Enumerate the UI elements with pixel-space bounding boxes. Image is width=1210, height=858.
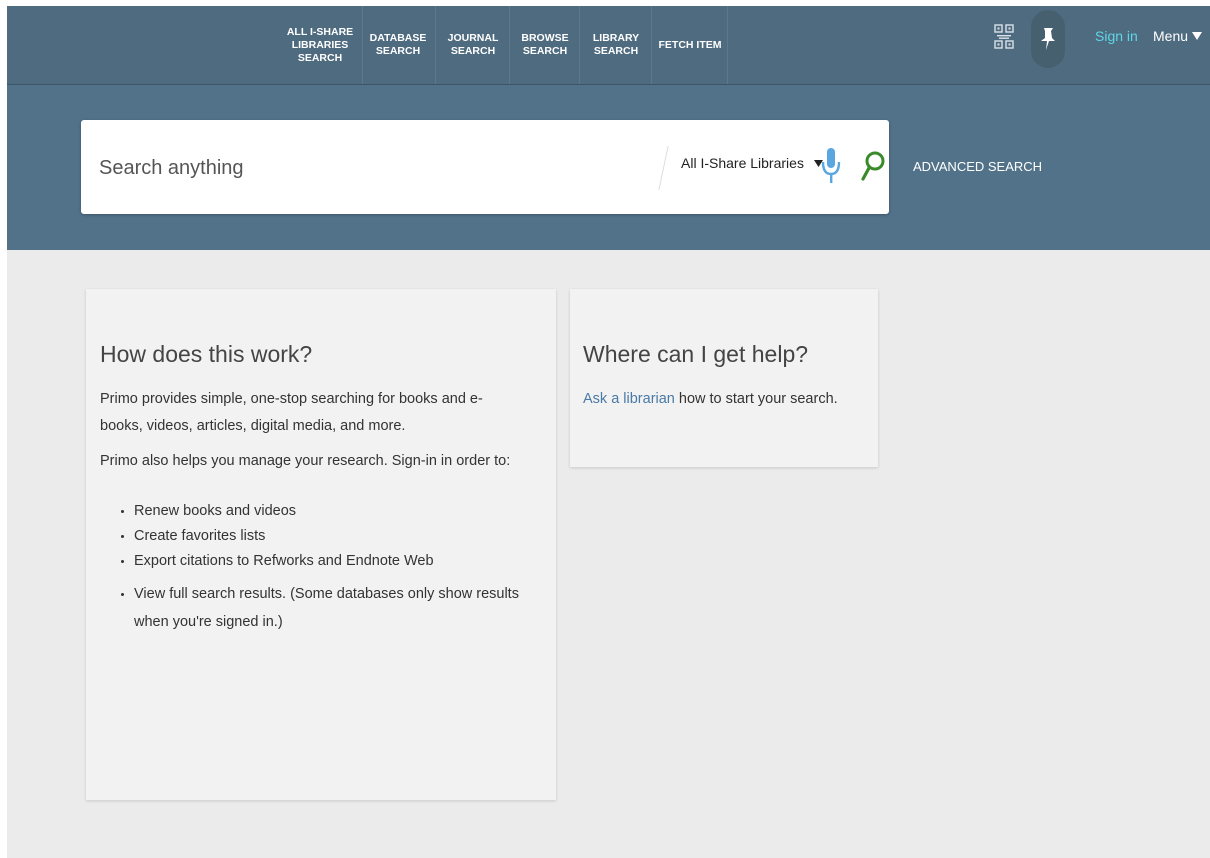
qr-code-button[interactable] xyxy=(987,14,1021,60)
pushpin-icon xyxy=(1041,28,1055,50)
ask-a-librarian-link[interactable]: Ask a librarian xyxy=(583,391,675,407)
nav-label: BROWSE SEARCH xyxy=(521,32,569,57)
advanced-search-link[interactable]: ADVANCED SEARCH xyxy=(913,159,1042,174)
menu-label: Menu xyxy=(1153,28,1189,44)
caret-down-icon xyxy=(1192,32,1203,40)
help-text: how to start your search. xyxy=(674,391,838,407)
card-title: Where can I get help? xyxy=(583,341,809,367)
nav-label: FETCH ITEM xyxy=(658,38,722,51)
nav-browse-search[interactable]: BROWSE SEARCH xyxy=(509,6,580,84)
how-does-this-work-card: How does this work? Primo provides simpl… xyxy=(86,289,556,800)
where-can-i-get-help-card: Where can I get help? Ask a librarian ho… xyxy=(570,289,878,467)
nav-journal-search[interactable]: JOURNAL SEARCH xyxy=(435,6,510,84)
list-item: View full search results. (Some database… xyxy=(134,580,536,636)
card-paragraph: Ask a librarian how to start your search… xyxy=(583,386,865,413)
nav-database-search[interactable]: DATABASE SEARCH xyxy=(362,6,433,84)
qr-code-icon xyxy=(994,24,1014,49)
card-paragraph: Primo provides simple, one-stop searchin… xyxy=(100,391,483,434)
nav-label: LIBRARY SEARCH xyxy=(592,32,640,57)
menu-button[interactable]: Menu xyxy=(1153,28,1203,44)
magnifier-icon xyxy=(861,151,885,181)
microphone-icon xyxy=(821,148,841,183)
voice-search-button[interactable] xyxy=(819,144,843,188)
list-item: Export citations to Refworks and Endnote… xyxy=(134,549,536,574)
card-paragraph: Primo also helps you manage your researc… xyxy=(100,453,511,469)
nav-label: DATABASE SEARCH xyxy=(369,32,427,57)
list-item: Create favorites lists xyxy=(134,524,536,549)
search-band: All I-Share Libraries ADVANCED SEARC xyxy=(7,85,1210,250)
search-input[interactable] xyxy=(97,150,661,186)
nav-divider xyxy=(727,6,728,84)
nav-label: JOURNAL SEARCH xyxy=(447,32,499,57)
nav-all-ishare-libraries-search[interactable]: ALL I-SHARE LIBRARIES SEARCH xyxy=(285,6,355,84)
sign-in-link[interactable]: Sign in xyxy=(1095,28,1138,44)
list-item: Renew books and videos xyxy=(134,499,536,524)
nav-label: ALL I-SHARE LIBRARIES SEARCH xyxy=(286,25,354,64)
nav-fetch-item[interactable]: FETCH ITEM xyxy=(651,6,728,84)
primo-app: ALL I-SHARE LIBRARIES SEARCH DATABASE SE… xyxy=(7,6,1210,858)
pinned-items-button[interactable] xyxy=(1031,10,1065,68)
top-navigation-bar: ALL I-SHARE LIBRARIES SEARCH DATABASE SE… xyxy=(7,6,1210,85)
card-title: How does this work? xyxy=(100,341,313,367)
search-scope-label: All I-Share Libraries xyxy=(681,155,804,171)
benefits-list: Renew books and videos Create favorites … xyxy=(100,499,542,636)
search-scope-dropdown[interactable]: All I-Share Libraries xyxy=(681,155,823,171)
search-bar: All I-Share Libraries xyxy=(81,120,889,214)
search-button[interactable] xyxy=(859,146,887,186)
nav-library-search[interactable]: LIBRARY SEARCH xyxy=(579,6,652,84)
